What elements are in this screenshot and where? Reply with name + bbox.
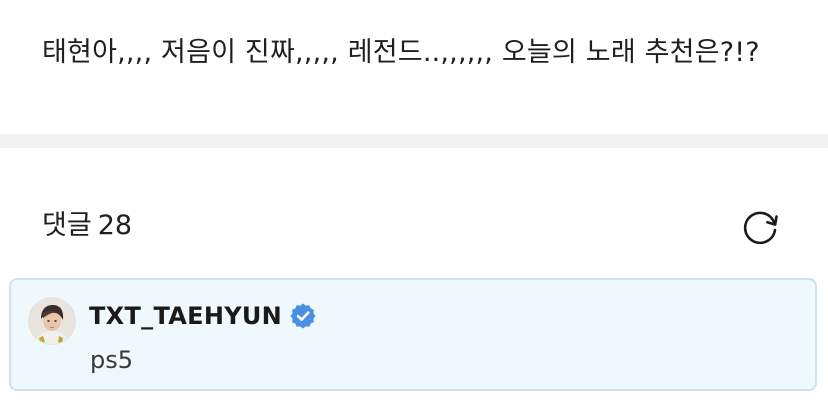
- comments-count: 28: [97, 210, 133, 241]
- author-name[interactable]: TXT_TAEHYUN: [89, 302, 282, 330]
- comment-text: ps5: [90, 346, 134, 374]
- comments-label: 댓글: [42, 210, 92, 241]
- avatar[interactable]: [28, 297, 76, 345]
- comment-card: TXT_TAEHYUN ps5: [9, 278, 817, 391]
- post-text: 태현아,,,, 저음이 진짜,,,,, 레전드..,,,,,, 오늘의 노래 추…: [42, 37, 760, 68]
- avatar-photo: [29, 298, 75, 344]
- refresh-button[interactable]: [740, 206, 782, 248]
- section-divider: [0, 134, 828, 148]
- comments-header: 댓글 28: [0, 148, 828, 276]
- verified-badge-icon: [290, 303, 316, 329]
- author-row: TXT_TAEHYUN: [89, 296, 316, 336]
- comments-title: 댓글 28: [42, 206, 132, 246]
- refresh-icon: [743, 211, 778, 245]
- post-body: 태현아,,,, 저음이 진짜,,,,, 레전드..,,,,,, 오늘의 노래 추…: [0, 0, 828, 134]
